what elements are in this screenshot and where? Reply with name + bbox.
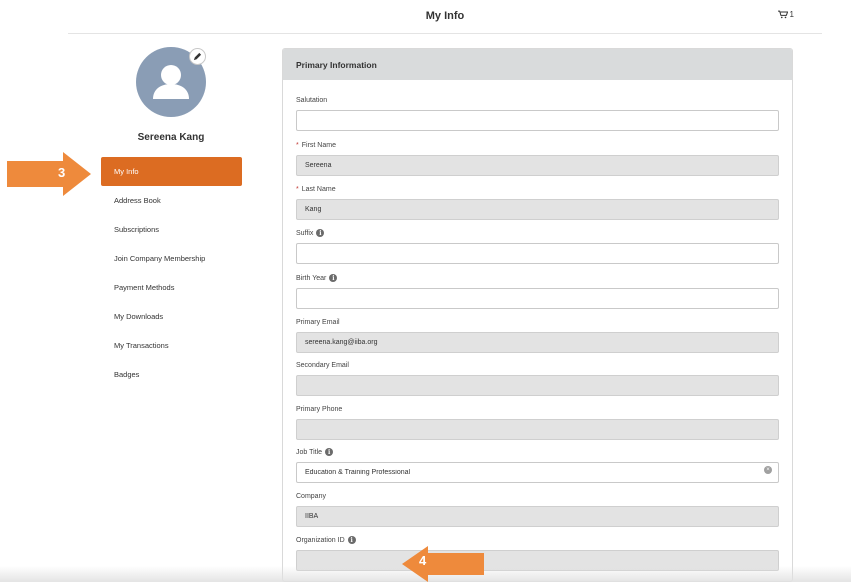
last-name-label: Last Name <box>301 185 336 193</box>
organization-id-field-group: Organization ID i <box>296 535 779 571</box>
first-name-field-group: * First Name Sereena <box>296 140 779 176</box>
user-name: Sereena Kang <box>137 132 205 143</box>
primary-phone-field <box>296 419 779 440</box>
sidebar-item-address-book[interactable]: Address Book <box>101 186 242 215</box>
last-name-field: Kang <box>296 199 779 220</box>
required-marker: * <box>296 185 299 193</box>
primary-email-label: Primary Email <box>296 318 340 326</box>
sidebar-item-join-company-membership[interactable]: Join Company Membership <box>101 244 242 273</box>
salutation-label: Salutation <box>296 96 328 104</box>
suffix-input[interactable] <box>296 243 779 264</box>
top-bar: My Info 1 <box>68 0 822 34</box>
info-icon[interactable]: i <box>325 448 334 456</box>
primary-phone-field-group: Primary Phone <box>296 404 779 440</box>
sidebar-nav: My Info Address Book Subscriptions Join … <box>101 157 242 389</box>
callout-label-4: 4 <box>419 553 427 568</box>
last-name-field-group: * Last Name Kang <box>296 184 779 220</box>
sidebar-item-badges[interactable]: Badges <box>101 360 242 389</box>
company-field-group: Company IIBA <box>296 491 779 527</box>
info-icon[interactable]: i <box>316 229 325 237</box>
info-icon[interactable]: i <box>329 274 338 282</box>
salutation-field-group: Salutation <box>296 95 779 131</box>
organization-id-field <box>296 550 779 571</box>
first-name-field: Sereena <box>296 155 779 176</box>
required-marker: * <box>296 141 299 149</box>
secondary-email-label: Secondary Email <box>296 361 349 369</box>
secondary-email-field-group: Secondary Email <box>296 360 779 396</box>
section-title: Primary Information <box>283 49 792 80</box>
primary-phone-label: Primary Phone <box>296 405 343 413</box>
company-field: IIBA <box>296 506 779 527</box>
birth-year-field-group: Birth Year i <box>296 273 779 309</box>
suffix-label: Suffix <box>296 229 314 237</box>
edit-avatar-button[interactable] <box>189 48 206 65</box>
primary-email-field-group: Primary Email sereena.kang@iiba.org <box>296 317 779 353</box>
organization-id-label: Organization ID <box>296 536 345 544</box>
suffix-field-group: Suffix i <box>296 228 779 264</box>
primary-information-card: Primary Information Salutation * First Na… <box>282 48 793 582</box>
job-title-input[interactable] <box>296 462 779 483</box>
cart-icon <box>777 10 788 19</box>
sidebar-item-payment-methods[interactable]: Payment Methods <box>101 273 242 302</box>
sidebar-item-subscriptions[interactable]: Subscriptions <box>101 215 242 244</box>
cart-button[interactable]: 1 <box>777 10 794 19</box>
pencil-icon <box>193 52 202 61</box>
sidebar-item-my-transactions[interactable]: My Transactions <box>101 331 242 360</box>
secondary-email-field <box>296 375 779 396</box>
job-title-label: Job Title <box>296 448 323 456</box>
cart-count: 1 <box>789 10 794 19</box>
callout-arrow-3 <box>7 152 91 196</box>
salutation-input[interactable] <box>296 110 779 131</box>
company-label: Company <box>296 492 326 500</box>
birth-year-input[interactable] <box>296 288 779 309</box>
first-name-label: First Name <box>301 141 336 149</box>
job-title-field-group: Job Titlei × <box>296 447 779 483</box>
page-title: My Info <box>425 10 465 22</box>
callout-arrow-4 <box>402 546 484 582</box>
callout-label-3: 3 <box>58 165 66 180</box>
birth-year-label: Birth Year <box>296 274 327 282</box>
clear-icon[interactable]: × <box>764 466 772 474</box>
primary-email-field: sereena.kang@iiba.org <box>296 332 779 353</box>
sidebar-item-my-info[interactable]: My Info <box>101 157 242 186</box>
info-icon[interactable]: i <box>347 536 356 544</box>
sidebar-item-my-downloads[interactable]: My Downloads <box>101 302 242 331</box>
